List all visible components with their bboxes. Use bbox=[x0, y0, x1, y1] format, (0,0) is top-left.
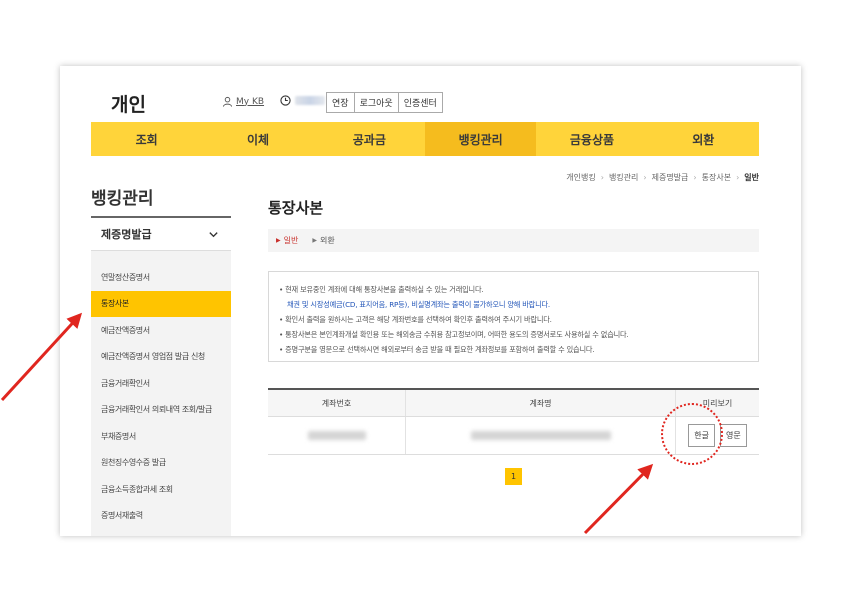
extend-button[interactable]: 연장 bbox=[326, 92, 355, 113]
page-number[interactable]: 1 bbox=[505, 468, 522, 485]
account-name-blurred bbox=[470, 431, 611, 440]
nav-financial-products[interactable]: 금융상품 bbox=[536, 122, 647, 156]
header-account-number: 계좌번호 bbox=[268, 390, 406, 416]
sidebar-item-withholding-receipt[interactable]: 원천징수영수증 발급 bbox=[91, 450, 231, 477]
sidebar: 제증명발급 연말정산증명서 통장사본 예금잔액증명서 예금잔액증명서 영업점 발… bbox=[91, 218, 231, 536]
tab-foreign-label: 외환 bbox=[319, 236, 335, 245]
notice-text: 확인서 출력을 원하시는 고객은 해당 계좌번호를 선택하여 확인후 출력하여 … bbox=[285, 315, 552, 324]
tab-foreign[interactable]: ▶ 외환 bbox=[312, 235, 334, 246]
mykb-label: My KB bbox=[236, 96, 265, 107]
sidebar-category-label: 제증명발급 bbox=[101, 228, 152, 241]
sidebar-item-financial-income-tax[interactable]: 금융소득종합과세 조회 bbox=[91, 476, 231, 503]
notice-line-blue: 채권 및 시장성예금(CD, 표지어음, RP등), 비실명계좌는 출력이 불가… bbox=[287, 300, 551, 309]
nav-foreign-exchange[interactable]: 외환 bbox=[648, 122, 759, 156]
breadcrumb-item[interactable]: 뱅킹관리 bbox=[609, 172, 638, 183]
sidebar-item-year-end-tax[interactable]: 연말정산증명서 bbox=[91, 264, 231, 291]
chevron-down-icon bbox=[209, 231, 218, 237]
sidebar-item-reprint[interactable]: 증명서재출력 bbox=[91, 503, 231, 530]
tab-general[interactable]: ▶ 일반 bbox=[276, 235, 298, 246]
breadcrumb-separator-icon: › bbox=[600, 173, 604, 182]
sidebar-title: 뱅킹관리 bbox=[91, 189, 154, 209]
page-title: 통장사본 bbox=[268, 199, 324, 217]
breadcrumb-item[interactable]: 개인뱅킹 bbox=[566, 172, 595, 183]
sub-tabs: ▶ 일반 ▶ 외환 bbox=[268, 229, 759, 252]
sidebar-item-balance-certificate[interactable]: 예금잔액증명서 bbox=[91, 317, 231, 344]
tab-general-label: 일반 bbox=[283, 236, 299, 245]
triangle-right-icon: ▶ bbox=[276, 237, 281, 244]
header: 개인 My KB 연장 로그아웃 인증센터 bbox=[60, 66, 801, 122]
cell-account-name bbox=[406, 417, 676, 454]
cell-account-number bbox=[268, 417, 406, 454]
breadcrumb: 개인뱅킹 › 뱅킹관리 › 제증명발급 › 통장사본 › 일반 bbox=[566, 172, 759, 183]
sidebar-item-transaction-request-history[interactable]: 금융거래확인서 의뢰내역 조회/발급 bbox=[91, 397, 231, 424]
notice-line: • 증명구분을 영문으로 선택하시면 해외로부터 송금 받을 때 필요한 계좌정… bbox=[279, 345, 595, 354]
triangle-right-icon: ▶ bbox=[312, 237, 317, 244]
bank-page: 개인 My KB 연장 로그아웃 인증센터 조회 이체 공과금 뱅킹관리 금융상… bbox=[60, 66, 801, 536]
sidebar-category[interactable]: 제증명발급 bbox=[91, 218, 231, 251]
notice-text: 증명구분을 영문으로 선택하시면 해외로부터 송금 받을 때 필요한 계좌정보를… bbox=[285, 345, 595, 354]
session-time-blurred bbox=[295, 96, 325, 105]
breadcrumb-item[interactable]: 통장사본 bbox=[702, 172, 731, 183]
sidebar-list: 연말정산증명서 통장사본 예금잔액증명서 예금잔액증명서 영업점 발급 신청 금… bbox=[91, 264, 231, 529]
notice-text: 현재 보유중인 계좌에 대해 통장사본을 출력하실 수 있는 거래입니다. bbox=[285, 285, 484, 294]
nav-inquiry[interactable]: 조회 bbox=[91, 122, 202, 156]
sidebar-item-passbook-copy[interactable]: 통장사본 bbox=[91, 290, 231, 317]
nav-banking-management[interactable]: 뱅킹관리 bbox=[424, 122, 537, 156]
user-icon bbox=[222, 96, 233, 107]
cert-center-button[interactable]: 인증센터 bbox=[397, 92, 443, 113]
account-number-blurred bbox=[307, 431, 366, 440]
breadcrumb-current: 일반 bbox=[744, 173, 759, 182]
notice-box: • 현재 보유중인 계좌에 대해 통장사본을 출력하실 수 있는 거래입니다. … bbox=[268, 271, 759, 362]
notice-line: • 통장사본은 본인계좌개설 확인용 또는 해외송금 수취용 참고정보이며, 어… bbox=[279, 330, 629, 339]
main-nav: 조회 이체 공과금 뱅킹관리 금융상품 외환 bbox=[91, 122, 759, 156]
top-buttons: 연장 로그아웃 인증센터 bbox=[326, 92, 443, 113]
nav-transfer[interactable]: 이체 bbox=[202, 122, 313, 156]
breadcrumb-separator-icon: › bbox=[693, 173, 697, 182]
logout-button[interactable]: 로그아웃 bbox=[353, 92, 399, 113]
header-account-name: 계좌명 bbox=[406, 390, 676, 416]
mykb-link[interactable]: My KB bbox=[222, 96, 264, 107]
brand-title: 개인 bbox=[111, 94, 146, 116]
session-timer bbox=[280, 95, 325, 106]
breadcrumb-separator-icon: › bbox=[643, 173, 647, 182]
breadcrumb-separator-icon: › bbox=[736, 173, 740, 182]
clock-icon bbox=[280, 95, 291, 106]
notice-text: 통장사본은 본인계좌개설 확인용 또는 해외송금 수취용 참고정보이며, 어떠한… bbox=[285, 330, 629, 339]
highlight-circle bbox=[661, 403, 723, 465]
notice-line: • 확인서 출력을 원하시는 고객은 해당 계좌번호를 선택하여 확인후 출력하… bbox=[279, 315, 552, 324]
notice-line: • 현재 보유중인 계좌에 대해 통장사본을 출력하실 수 있는 거래입니다. bbox=[279, 285, 484, 294]
breadcrumb-item[interactable]: 제증명발급 bbox=[652, 172, 689, 183]
sidebar-item-debt-certificate[interactable]: 부채증명서 bbox=[91, 423, 231, 450]
sidebar-item-transaction-confirmation[interactable]: 금융거래확인서 bbox=[91, 370, 231, 397]
nav-utility[interactable]: 공과금 bbox=[314, 122, 425, 156]
english-preview-button[interactable]: 영문 bbox=[720, 424, 747, 447]
sidebar-item-balance-branch-request[interactable]: 예금잔액증명서 영업점 발급 신청 bbox=[91, 344, 231, 371]
